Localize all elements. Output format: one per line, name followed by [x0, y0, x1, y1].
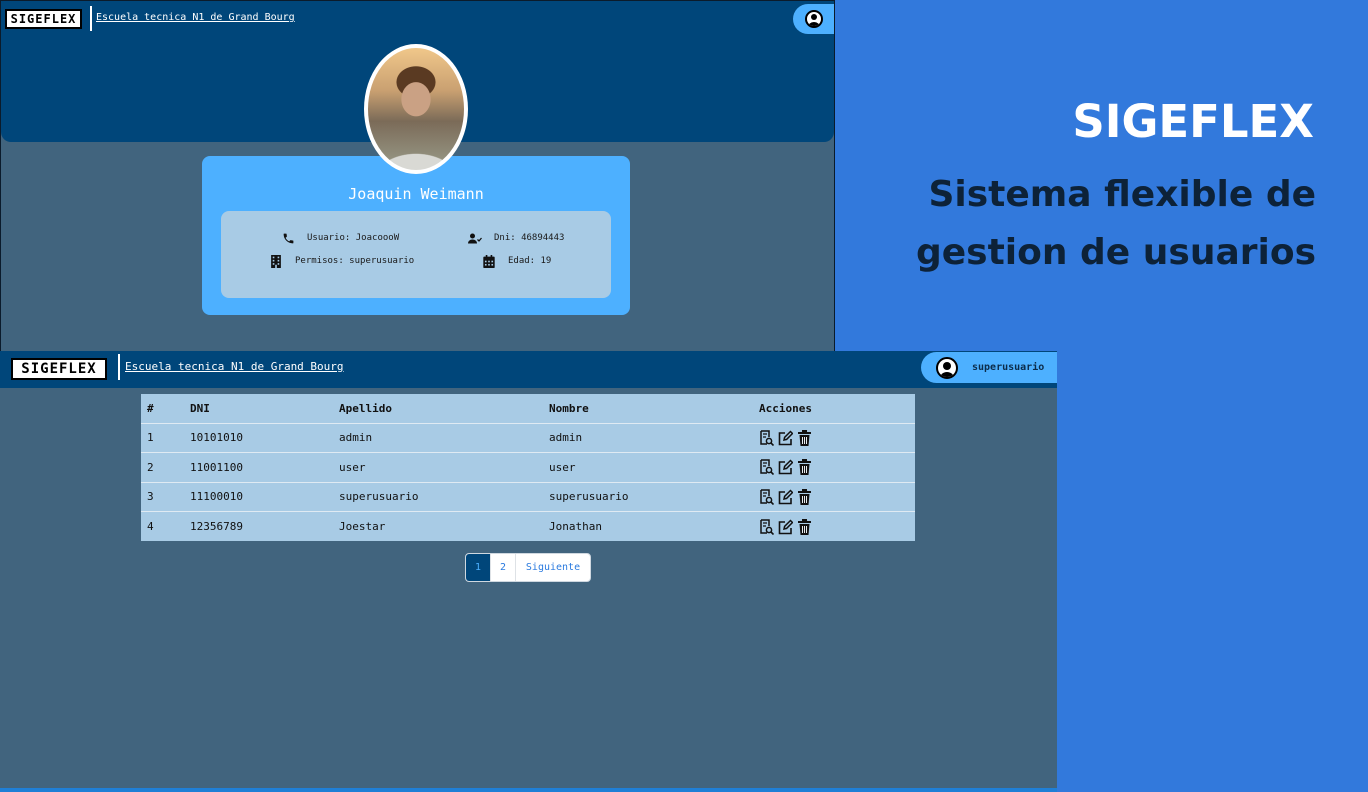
table-row: 3 11100010 superusuario superusuario: [141, 481, 915, 512]
row-dni: 11001100: [190, 452, 339, 482]
promo-subtitle: Sistema flexible de gestion de usuarios: [915, 174, 1316, 273]
edit-icon[interactable]: [778, 459, 793, 475]
table-row: 4 12356789 Joestar Jonathan: [141, 511, 915, 541]
column-header-nombre: Nombre: [549, 394, 759, 424]
table-row: 1 10101010 admin admin: [141, 422, 915, 453]
next-page-button[interactable]: Siguiente: [516, 554, 590, 581]
usuario-field: Usuario: JoacoooW: [281, 231, 399, 245]
trash-icon[interactable]: [797, 488, 812, 505]
pagination: 1 2 Siguiente: [465, 553, 591, 582]
user-menu-button[interactable]: [793, 4, 834, 34]
edad-field: Edad: 19: [482, 254, 551, 268]
view-details-icon[interactable]: [759, 489, 774, 505]
row-apellido: superusuario: [339, 481, 549, 512]
dni-field: Dni: 46894443: [468, 231, 564, 245]
trash-icon[interactable]: [797, 429, 812, 446]
school-link[interactable]: Escuela tecnica N1 de Grand Bourg: [125, 360, 344, 373]
page-1-button[interactable]: 1: [466, 554, 491, 581]
view-details-icon[interactable]: [759, 518, 774, 535]
row-number: 4: [141, 511, 190, 541]
usuario-text: Usuario: JoacoooW: [307, 233, 400, 243]
users-table-screenshot: SIGEFLEX Escuela tecnica N1 de Grand Bou…: [0, 351, 1057, 792]
user-circle-icon: [805, 10, 823, 28]
row-number: 3: [141, 481, 190, 512]
building-icon: [269, 254, 283, 268]
dni-text: Dni: 46894443: [494, 233, 565, 243]
edit-icon[interactable]: [778, 489, 793, 505]
row-dni: 10101010: [190, 422, 339, 453]
table-header-row: # DNI Apellido Nombre Acciones: [141, 394, 915, 424]
trash-icon[interactable]: [797, 459, 812, 476]
permisos-field: Permisos: superusuario: [269, 254, 414, 268]
row-apellido: admin: [339, 422, 549, 453]
row-number: 1: [141, 422, 190, 453]
users-table: # DNI Apellido Nombre Acciones 1 1010101…: [141, 394, 915, 541]
row-nombre: admin: [549, 422, 759, 453]
user-check-icon: [468, 231, 482, 245]
calendar-icon: [482, 254, 496, 268]
permisos-text: Permisos: superusuario: [295, 256, 415, 266]
trash-icon[interactable]: [797, 518, 812, 535]
row-apellido: Joestar: [339, 511, 549, 541]
column-header-dni: DNI: [190, 394, 339, 424]
row-actions: [759, 481, 915, 512]
view-details-icon[interactable]: [759, 430, 774, 446]
profile-name: Joaquin Weimann: [348, 185, 484, 203]
profile-card: Joaquin Weimann Usuario: JoacoooW Dni: 4…: [202, 156, 630, 315]
header-divider: [90, 6, 92, 31]
row-actions: [759, 452, 915, 482]
row-actions: [759, 511, 915, 541]
table-header-bar: SIGEFLEX Escuela tecnica N1 de Grand Bou…: [0, 351, 1057, 388]
row-nombre: Jonathan: [549, 511, 759, 541]
user-menu-button[interactable]: superusuario: [921, 352, 1057, 383]
row-apellido: user: [339, 452, 549, 482]
column-header-number: #: [141, 394, 190, 424]
username-label: superusuario: [972, 362, 1045, 373]
brand-logo[interactable]: SIGEFLEX: [5, 9, 82, 29]
column-header-acciones: Acciones: [759, 394, 915, 424]
edit-icon[interactable]: [778, 518, 793, 535]
column-header-apellido: Apellido: [339, 394, 549, 424]
edad-text: Edad: 19: [508, 256, 552, 266]
school-link[interactable]: Escuela tecnica N1 de Grand Bourg: [96, 12, 295, 23]
brand-logo[interactable]: SIGEFLEX: [11, 358, 107, 380]
user-circle-icon: [936, 356, 958, 379]
profile-info-panel: Usuario: JoacoooW Dni: 46894443 Permisos…: [221, 211, 611, 298]
table-row: 2 11001100 user user: [141, 452, 915, 482]
promo-title: SIGEFLEX: [1072, 95, 1314, 148]
row-nombre: superusuario: [549, 481, 759, 512]
phone-icon: [281, 231, 295, 245]
profile-screenshot: SIGEFLEX Escuela tecnica N1 de Grand Bou…: [0, 0, 835, 352]
profile-avatar: [364, 44, 468, 174]
row-dni: 11100010: [190, 481, 339, 512]
page-2-button[interactable]: 2: [491, 554, 516, 581]
row-actions: [759, 422, 915, 453]
edit-icon[interactable]: [778, 430, 793, 446]
view-details-icon[interactable]: [759, 459, 774, 476]
row-nombre: user: [549, 452, 759, 482]
row-dni: 12356789: [190, 511, 339, 541]
footer-strip: [0, 788, 1057, 792]
row-number: 2: [141, 452, 190, 482]
header-divider: [118, 354, 120, 380]
